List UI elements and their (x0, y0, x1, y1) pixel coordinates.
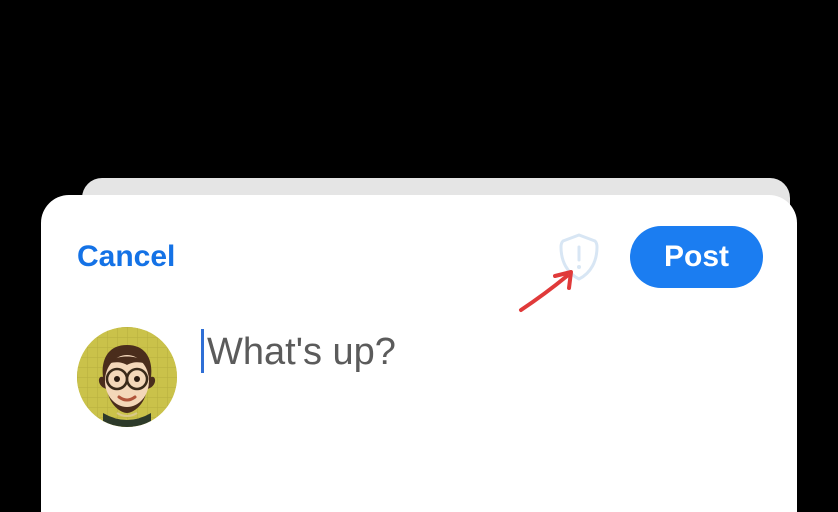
post-button[interactable]: Post (630, 226, 763, 288)
compose-input-wrap (201, 327, 763, 374)
compose-input[interactable] (201, 331, 763, 374)
text-cursor (201, 329, 204, 373)
compose-header: Cancel Post (77, 225, 763, 289)
app-stage: Cancel Post (0, 0, 838, 512)
shield-warning-icon[interactable] (558, 234, 600, 280)
avatar[interactable] (77, 327, 177, 427)
compose-body (77, 327, 763, 427)
header-right-controls: Post (558, 226, 763, 288)
compose-sheet: Cancel Post (41, 195, 797, 512)
cancel-button[interactable]: Cancel (77, 240, 175, 274)
